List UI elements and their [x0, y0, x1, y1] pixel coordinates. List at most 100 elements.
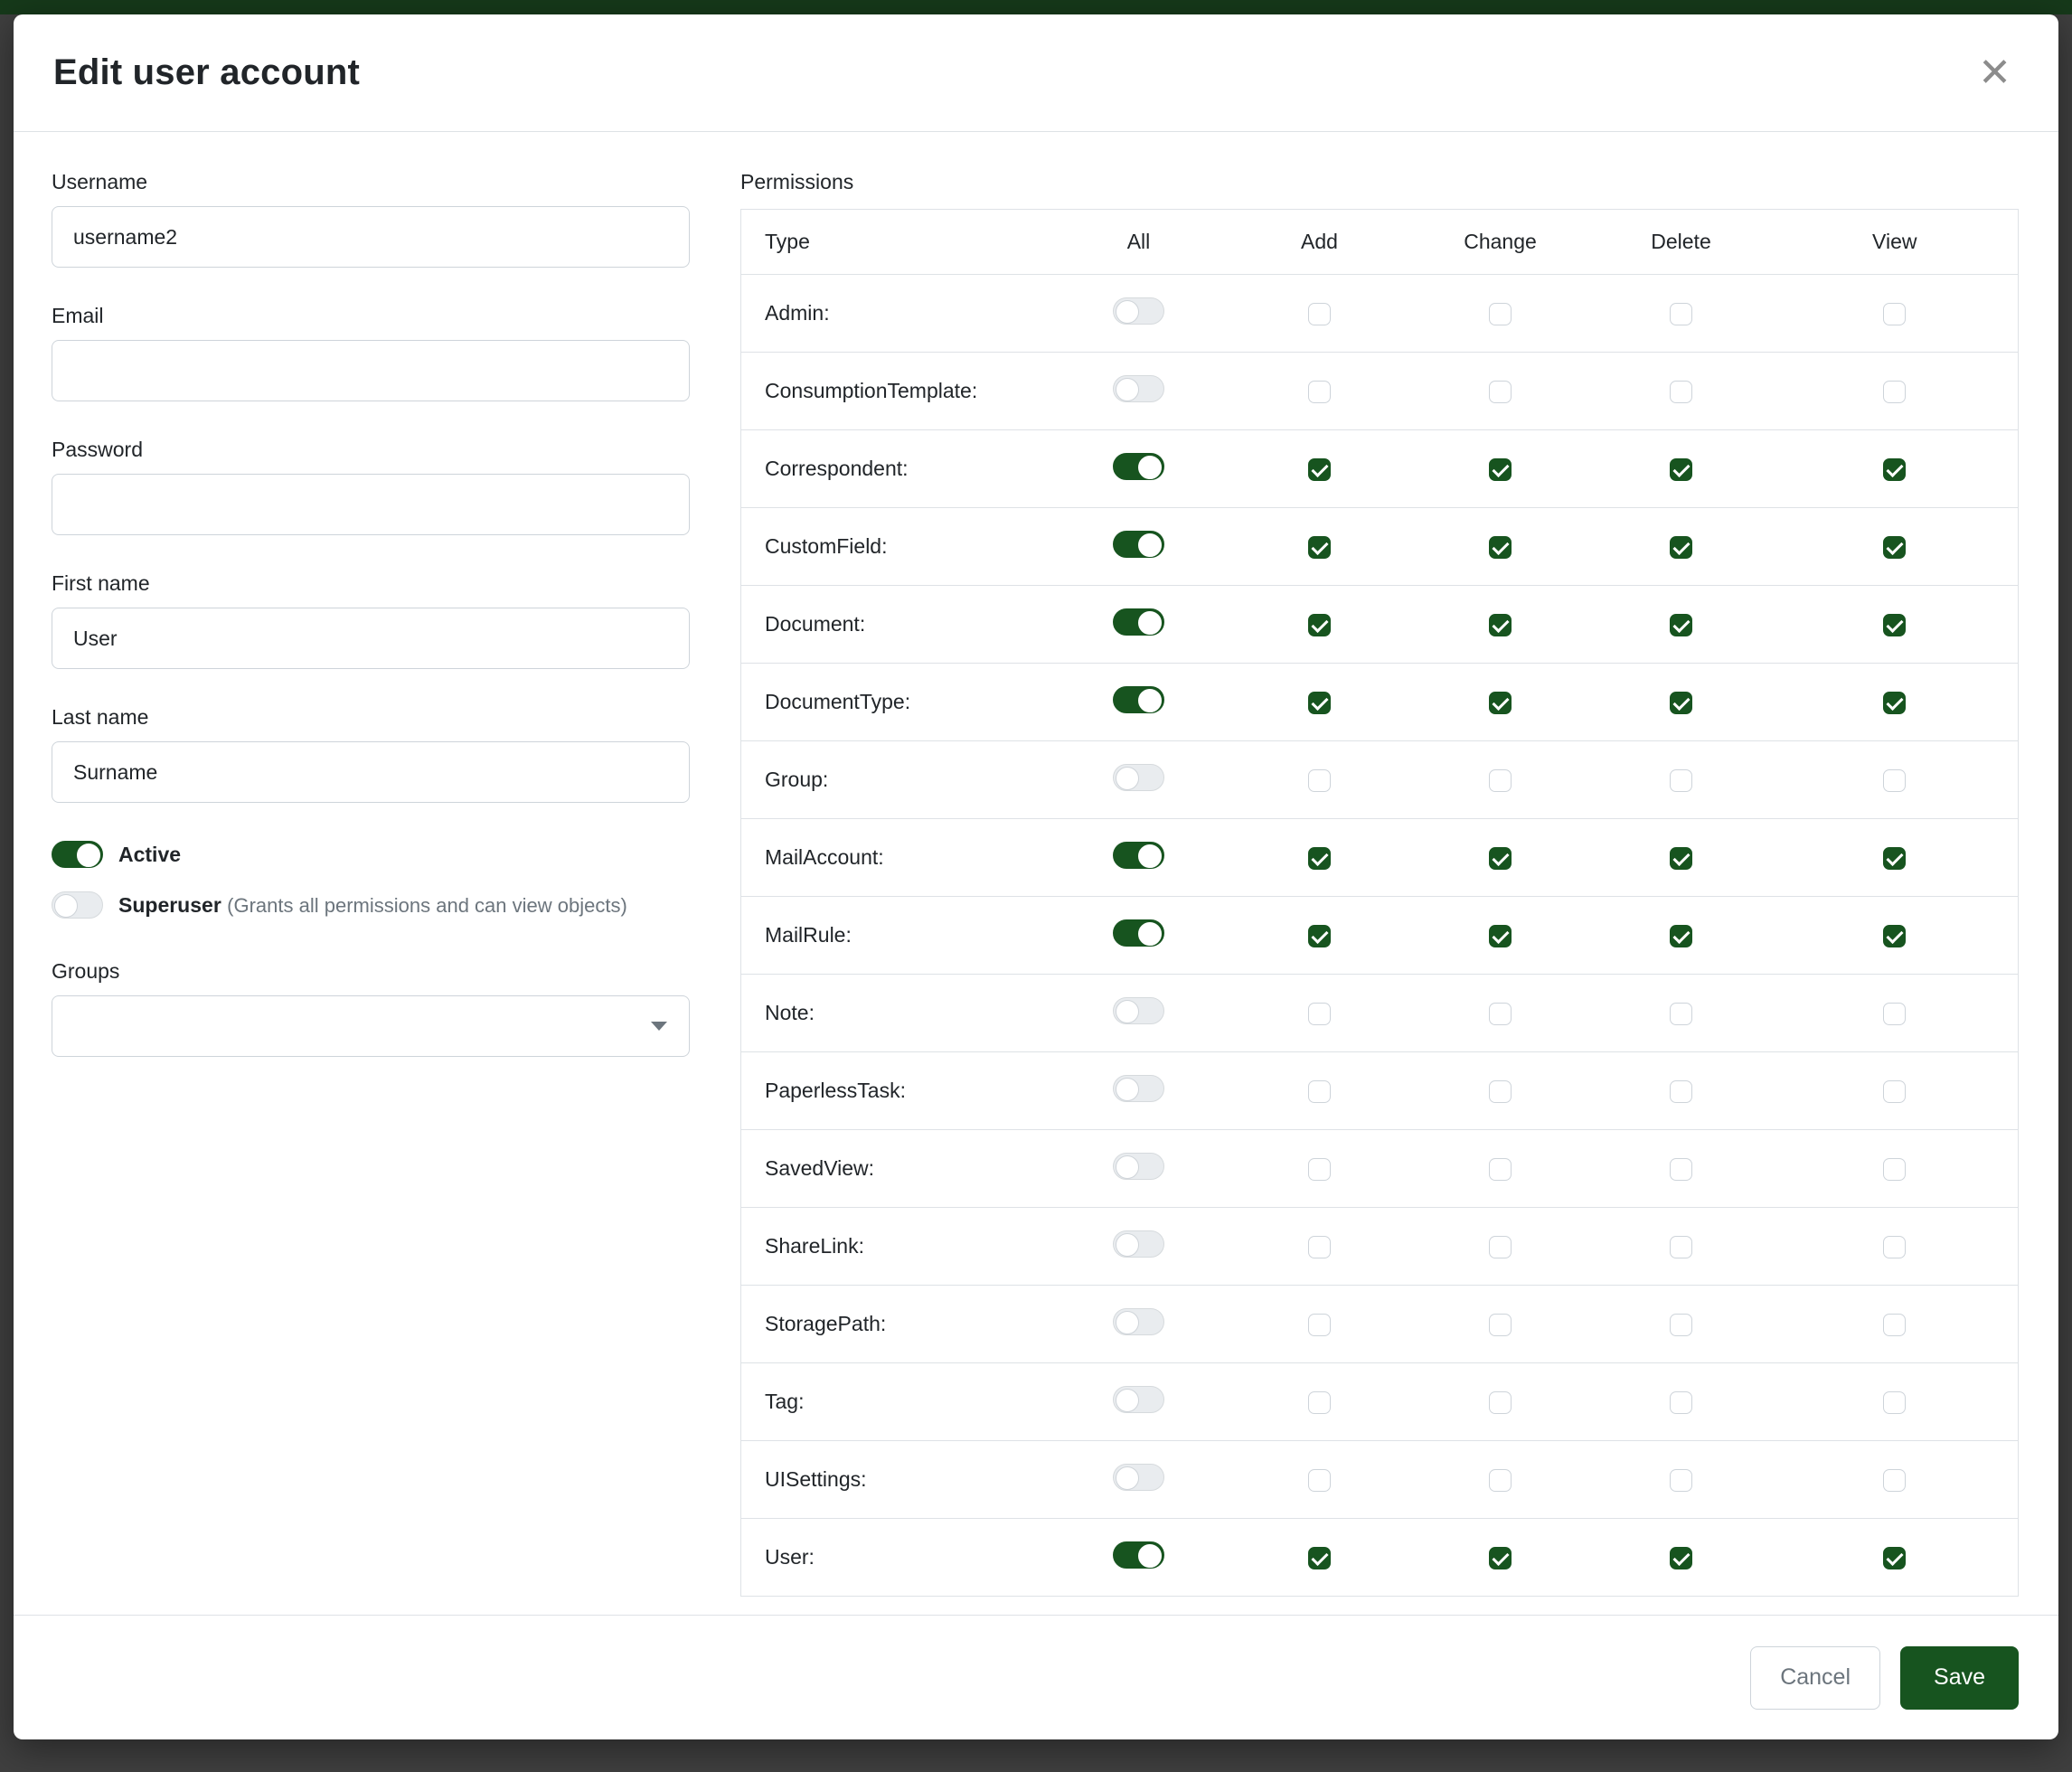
permission-add-checkbox[interactable] — [1308, 692, 1331, 714]
permission-change-checkbox[interactable] — [1489, 1469, 1512, 1492]
permission-view-checkbox[interactable] — [1883, 1158, 1906, 1181]
last-name-field[interactable] — [52, 741, 690, 803]
permission-add-checkbox[interactable] — [1308, 536, 1331, 559]
permission-delete-checkbox[interactable] — [1670, 303, 1692, 325]
permission-delete-checkbox[interactable] — [1670, 1469, 1692, 1492]
permission-view-checkbox[interactable] — [1883, 1080, 1906, 1103]
permission-add-checkbox[interactable] — [1308, 303, 1331, 325]
permission-delete-checkbox[interactable] — [1670, 1314, 1692, 1336]
permission-view-checkbox[interactable] — [1883, 1391, 1906, 1414]
permission-view-checkbox[interactable] — [1883, 381, 1906, 403]
permission-all-toggle[interactable] — [1113, 453, 1164, 480]
permission-all-toggle[interactable] — [1113, 919, 1164, 947]
permission-add-checkbox[interactable] — [1308, 1080, 1331, 1103]
permission-change-checkbox[interactable] — [1489, 1080, 1512, 1103]
permission-change-checkbox[interactable] — [1489, 381, 1512, 403]
permission-change-checkbox[interactable] — [1489, 692, 1512, 714]
permission-all-toggle[interactable] — [1113, 608, 1164, 636]
permission-change-checkbox[interactable] — [1489, 614, 1512, 636]
permission-delete-checkbox[interactable] — [1670, 536, 1692, 559]
permission-add-checkbox[interactable] — [1308, 614, 1331, 636]
permission-all-toggle[interactable] — [1113, 1386, 1164, 1413]
permission-change-checkbox[interactable] — [1489, 1391, 1512, 1414]
permission-view-checkbox[interactable] — [1883, 847, 1906, 870]
permission-change-checkbox[interactable] — [1489, 1158, 1512, 1181]
permission-add-checkbox[interactable] — [1308, 458, 1331, 481]
permission-change-checkbox[interactable] — [1489, 458, 1512, 481]
permission-add-checkbox[interactable] — [1308, 1391, 1331, 1414]
permission-delete-checkbox[interactable] — [1670, 692, 1692, 714]
permission-add-checkbox[interactable] — [1308, 1314, 1331, 1336]
permission-all-toggle[interactable] — [1113, 842, 1164, 869]
permission-all-toggle[interactable] — [1113, 1308, 1164, 1335]
permission-view-checkbox[interactable] — [1883, 536, 1906, 559]
permission-type-label: Admin: — [741, 275, 1049, 353]
permission-change-checkbox[interactable] — [1489, 847, 1512, 870]
permission-delete-checkbox[interactable] — [1670, 1236, 1692, 1258]
permission-view-checkbox[interactable] — [1883, 303, 1906, 325]
permission-change-checkbox[interactable] — [1489, 1547, 1512, 1569]
table-row: CustomField: — [741, 508, 2019, 586]
superuser-toggle[interactable] — [52, 891, 103, 919]
permission-view-checkbox[interactable] — [1883, 458, 1906, 481]
permission-view-checkbox[interactable] — [1883, 614, 1906, 636]
permission-all-toggle[interactable] — [1113, 1464, 1164, 1491]
permission-view-checkbox[interactable] — [1883, 925, 1906, 947]
permission-all-toggle[interactable] — [1113, 764, 1164, 791]
groups-select[interactable] — [52, 995, 690, 1057]
permission-delete-checkbox[interactable] — [1670, 1003, 1692, 1025]
permission-all-toggle[interactable] — [1113, 1153, 1164, 1180]
permission-add-checkbox[interactable] — [1308, 1003, 1331, 1025]
permission-add-checkbox[interactable] — [1308, 1469, 1331, 1492]
first-name-field[interactable] — [52, 608, 690, 669]
permission-all-toggle[interactable] — [1113, 686, 1164, 713]
permission-view-checkbox[interactable] — [1883, 1314, 1906, 1336]
username-input[interactable] — [52, 206, 690, 268]
permission-delete-checkbox[interactable] — [1670, 847, 1692, 870]
permission-add-checkbox[interactable] — [1308, 1236, 1331, 1258]
password-field[interactable] — [52, 474, 690, 535]
permission-change-checkbox[interactable] — [1489, 925, 1512, 947]
permission-add-checkbox[interactable] — [1308, 925, 1331, 947]
permission-delete-checkbox[interactable] — [1670, 458, 1692, 481]
permission-add-checkbox[interactable] — [1308, 381, 1331, 403]
permission-add-checkbox[interactable] — [1308, 1547, 1331, 1569]
permission-type-label: User: — [741, 1519, 1049, 1597]
permission-delete-checkbox[interactable] — [1670, 381, 1692, 403]
permission-delete-checkbox[interactable] — [1670, 1547, 1692, 1569]
permission-all-toggle[interactable] — [1113, 1230, 1164, 1258]
permission-all-toggle[interactable] — [1113, 375, 1164, 402]
permission-delete-checkbox[interactable] — [1670, 614, 1692, 636]
active-toggle[interactable] — [52, 841, 103, 868]
permission-change-checkbox[interactable] — [1489, 1236, 1512, 1258]
permission-view-checkbox[interactable] — [1883, 692, 1906, 714]
permission-delete-checkbox[interactable] — [1670, 1080, 1692, 1103]
email-field[interactable] — [52, 340, 690, 401]
permission-all-toggle[interactable] — [1113, 997, 1164, 1024]
permission-view-checkbox[interactable] — [1883, 1547, 1906, 1569]
permission-all-toggle[interactable] — [1113, 531, 1164, 558]
permission-add-checkbox[interactable] — [1308, 847, 1331, 870]
permission-add-checkbox[interactable] — [1308, 769, 1331, 792]
permission-all-toggle[interactable] — [1113, 1075, 1164, 1102]
permission-change-checkbox[interactable] — [1489, 1314, 1512, 1336]
permission-change-checkbox[interactable] — [1489, 769, 1512, 792]
cancel-button[interactable]: Cancel — [1750, 1646, 1880, 1710]
permission-change-checkbox[interactable] — [1489, 536, 1512, 559]
permission-change-checkbox[interactable] — [1489, 303, 1512, 325]
permission-view-checkbox[interactable] — [1883, 1003, 1906, 1025]
permission-add-checkbox[interactable] — [1308, 1158, 1331, 1181]
permission-view-checkbox[interactable] — [1883, 1469, 1906, 1492]
permission-view-checkbox[interactable] — [1883, 1236, 1906, 1258]
permission-delete-checkbox[interactable] — [1670, 1158, 1692, 1181]
permission-delete-checkbox[interactable] — [1670, 769, 1692, 792]
permission-all-toggle[interactable] — [1113, 1541, 1164, 1569]
permission-delete-checkbox[interactable] — [1670, 1391, 1692, 1414]
permission-delete-checkbox[interactable] — [1670, 925, 1692, 947]
save-button[interactable]: Save — [1900, 1646, 2019, 1710]
permission-change-checkbox[interactable] — [1489, 1003, 1512, 1025]
permission-type-label: UISettings: — [741, 1441, 1049, 1519]
permission-all-toggle[interactable] — [1113, 297, 1164, 325]
close-icon[interactable]: ✕ — [1971, 50, 2019, 97]
permission-view-checkbox[interactable] — [1883, 769, 1906, 792]
